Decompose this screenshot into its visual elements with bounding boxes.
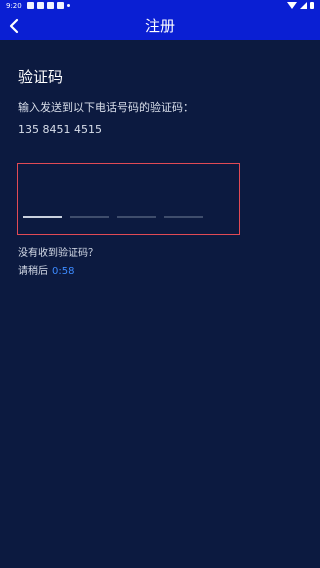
wait-label: 请稍后 <box>18 266 48 277</box>
countdown-timer: 0:58 <box>52 266 75 277</box>
no-code-text: 没有收到验证码？ <box>18 248 98 259</box>
status-bar: 9:20 <box>0 0 320 12</box>
code-slot-1[interactable] <box>23 216 62 218</box>
instruction-text: 输入发送到以下电话号码的验证码： <box>18 101 194 114</box>
phone-number: 135 8451 4515 <box>18 123 102 136</box>
notification-icons <box>27 2 70 9</box>
code-slot-4[interactable] <box>164 216 203 218</box>
app-header: 注册 <box>0 12 320 40</box>
system-icons <box>287 2 314 9</box>
verification-code-input[interactable] <box>17 163 240 235</box>
code-slot-2[interactable] <box>70 216 109 218</box>
wifi-icon <box>287 2 297 9</box>
app-notification-icon <box>37 2 44 9</box>
page-title: 验证码 <box>18 68 64 86</box>
status-time: 9:20 <box>6 2 22 10</box>
signal-icon <box>300 2 307 9</box>
close-notification-icon <box>57 2 64 9</box>
image-notification-icon <box>27 2 34 9</box>
more-dot-icon <box>67 4 70 7</box>
download-notification-icon <box>47 2 54 9</box>
page-header-title: 注册 <box>144 17 175 35</box>
battery-icon <box>310 2 314 9</box>
code-slot-3[interactable] <box>117 216 156 218</box>
resend-wait-line: 请稍后 0:58 <box>18 262 74 277</box>
